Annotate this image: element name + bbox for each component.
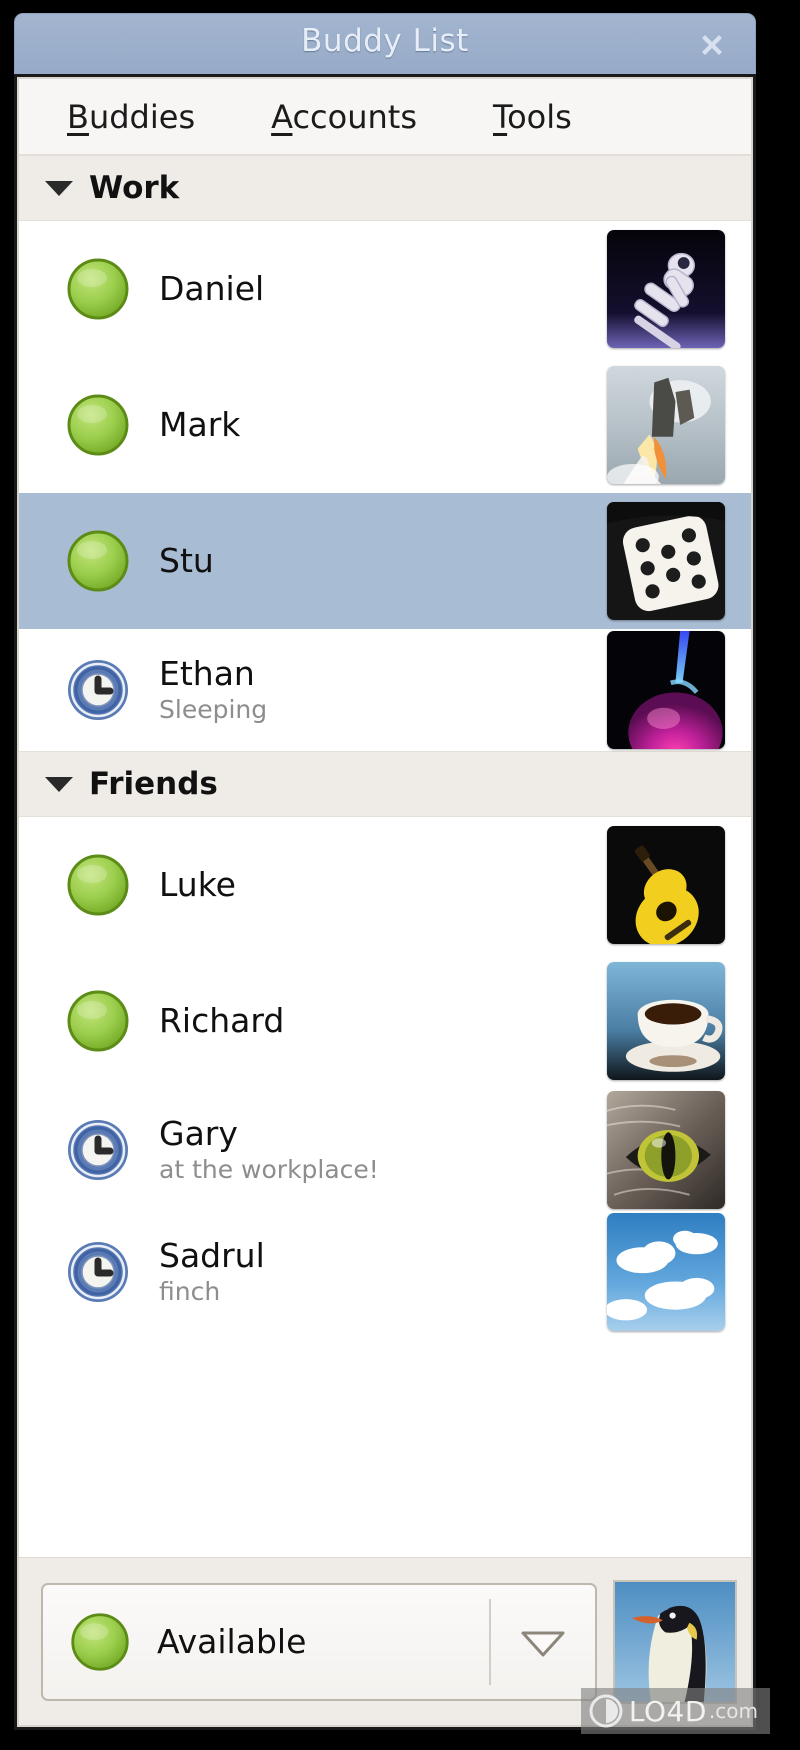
buddy-text: Richard — [159, 1000, 607, 1040]
buddy-row[interactable]: Richard — [19, 953, 751, 1089]
buddy-row[interactable]: Stu — [19, 493, 751, 629]
menu-label: ools — [507, 97, 572, 136]
buddy-text: Sadrul finch — [159, 1235, 607, 1306]
buddy-status-message: at the workplace! — [159, 1154, 379, 1184]
buddy-name: Daniel — [159, 268, 265, 308]
buddy-avatar[interactable] — [607, 502, 725, 620]
group-header[interactable]: Work — [19, 155, 751, 221]
buddy-avatar[interactable] — [607, 230, 725, 348]
buddy-avatar[interactable] — [607, 962, 725, 1080]
available-status-icon — [65, 528, 131, 594]
buddy-name: Stu — [159, 540, 214, 580]
buddy-row[interactable]: Luke — [19, 817, 751, 953]
close-icon[interactable] — [695, 28, 729, 62]
buddy-status-message: finch — [159, 1276, 221, 1306]
buddy-row[interactable]: Ethan Sleeping — [19, 629, 751, 751]
chevron-down-icon[interactable] — [45, 776, 73, 792]
buddy-text: Luke — [159, 864, 607, 904]
buddy-avatar[interactable] — [607, 1213, 725, 1331]
buddy-name: Ethan — [159, 653, 255, 693]
buddy-list[interactable]: Work Daniel Mark Stu Ethan Sleeping Friends Luk… — [19, 155, 751, 1557]
group-name: Friends — [89, 766, 218, 802]
window-drop-shadow — [770, 18, 780, 1742]
buddy-text: Daniel — [159, 268, 607, 308]
status-selector[interactable]: Available — [41, 1582, 597, 1701]
my-avatar[interactable] — [613, 1579, 737, 1704]
available-status-icon — [65, 256, 131, 322]
chevron-down-icon[interactable] — [491, 1625, 595, 1659]
title-bar[interactable]: Buddy List — [14, 13, 756, 75]
group-header[interactable]: Friends — [19, 751, 751, 817]
group-name: Work — [89, 170, 180, 206]
menu-mnemonic: B — [67, 97, 89, 136]
buddy-name: Richard — [159, 1000, 285, 1040]
menu-label: ccounts — [292, 97, 417, 136]
available-status-icon — [65, 852, 131, 918]
buddy-name: Mark — [159, 404, 241, 444]
buddy-row[interactable]: Sadrul finch — [19, 1211, 751, 1333]
available-status-icon — [69, 1611, 131, 1673]
buddy-row[interactable]: Daniel — [19, 221, 751, 357]
menu-item-accounts[interactable]: Accounts — [271, 98, 417, 136]
away-status-icon — [65, 1117, 131, 1183]
menu-mnemonic: T — [492, 97, 508, 136]
buddy-row[interactable]: Gary at the workplace! — [19, 1089, 751, 1211]
status-selector-value: Available — [43, 1611, 489, 1673]
buddy-list-window: Buddy List Buddies Accounts Tools Work Da… — [8, 8, 780, 1742]
window-title: Buddy List — [301, 23, 469, 59]
buddy-avatar[interactable] — [607, 631, 725, 749]
buddy-text: Mark — [159, 404, 607, 444]
available-status-icon — [65, 988, 131, 1054]
buddy-avatar[interactable] — [607, 366, 725, 484]
buddy-name: Sadrul — [159, 1235, 265, 1275]
status-selector-label: Available — [157, 1622, 307, 1661]
menu-bar: Buddies Accounts Tools — [19, 79, 751, 155]
buddy-avatar[interactable] — [607, 1091, 725, 1209]
away-status-icon — [65, 657, 131, 723]
buddy-avatar[interactable] — [607, 826, 725, 944]
buddy-name: Luke — [159, 864, 236, 904]
available-status-icon — [65, 392, 131, 458]
buddy-name: Gary — [159, 1113, 238, 1153]
buddy-text: Stu — [159, 540, 607, 580]
menu-item-buddies[interactable]: Buddies — [67, 98, 195, 136]
menu-item-tools[interactable]: Tools — [493, 98, 572, 136]
away-status-icon — [65, 1239, 131, 1305]
status-bar: Available — [19, 1557, 751, 1725]
menu-mnemonic: A — [271, 97, 293, 136]
buddy-row[interactable]: Mark — [19, 357, 751, 493]
buddy-text: Gary at the workplace! — [159, 1113, 607, 1184]
buddy-status-message: Sleeping — [159, 694, 268, 724]
chevron-down-icon[interactable] — [45, 180, 73, 196]
menu-label: uddies — [88, 97, 196, 136]
buddy-text: Ethan Sleeping — [159, 653, 607, 724]
window-client-area: Buddies Accounts Tools Work Daniel Mark Stu… — [14, 74, 756, 1730]
